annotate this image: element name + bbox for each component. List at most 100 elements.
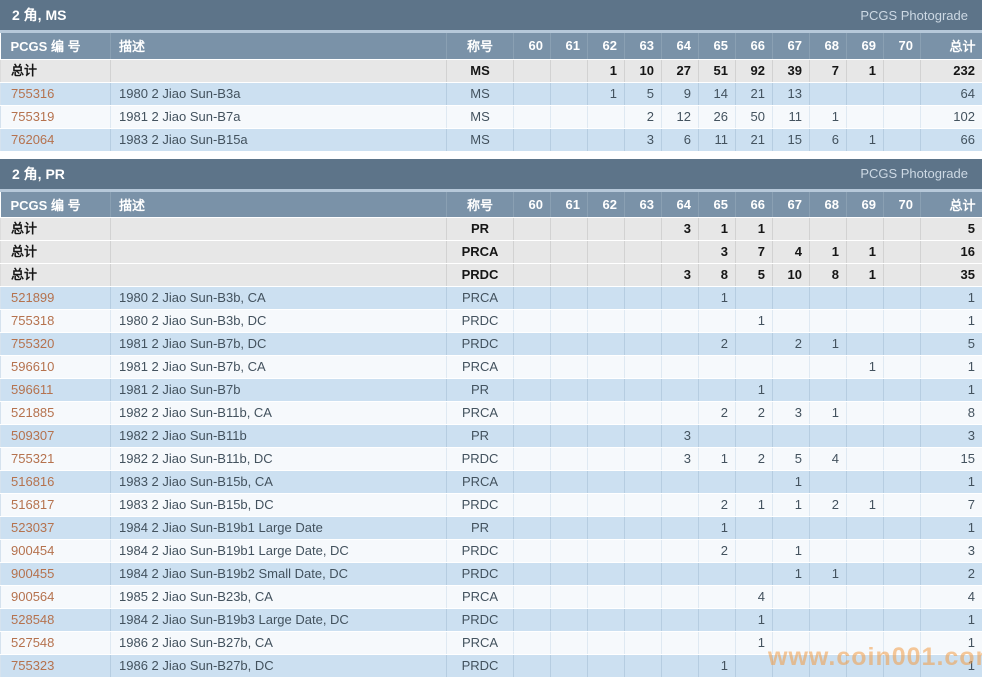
pcgs-number-cell: 521885	[1, 402, 111, 425]
pcgs-number-cell: 900564	[1, 586, 111, 609]
pcgs-number-cell: 528548	[1, 609, 111, 632]
column-header-grade-69: 69	[847, 192, 884, 218]
description-cell	[111, 218, 447, 241]
grade-66-count-cell: 1	[736, 379, 773, 402]
column-header-total: 总计	[921, 33, 982, 59]
pcgs-number-link[interactable]: 523037	[11, 520, 54, 535]
designation-cell: PRCA	[447, 586, 514, 609]
grade-70-count-cell	[884, 425, 921, 448]
grade-67-count-cell	[773, 356, 810, 379]
summary-label-cell: 总计	[1, 59, 111, 82]
row-total-cell: 2	[921, 563, 982, 586]
grade-63-count-cell	[625, 586, 662, 609]
grade-66-count-cell: 5	[736, 264, 773, 287]
table-row: 7553161980 2 Jiao Sun-B3aMS15914211364	[1, 82, 982, 105]
pcgs-number-link[interactable]: 755321	[11, 451, 54, 466]
grade-62-count-cell	[588, 540, 625, 563]
pcgs-number-link[interactable]: 900564	[11, 589, 54, 604]
grade-61-count-cell	[551, 425, 588, 448]
table-row: 5966101981 2 Jiao Sun-B7b, CAPRCA11	[1, 356, 982, 379]
pcgs-number-link[interactable]: 516816	[11, 474, 54, 489]
grade-60-count-cell	[514, 425, 551, 448]
description-cell: 1983 2 Jiao Sun-B15a	[111, 128, 447, 151]
pcgs-number-link[interactable]: 762064	[11, 132, 54, 147]
grade-64-count-cell	[662, 333, 699, 356]
grade-62-count-cell	[588, 287, 625, 310]
description-cell: 1981 2 Jiao Sun-B7b, CA	[111, 356, 447, 379]
grade-61-count-cell	[551, 333, 588, 356]
designation-cell: PRDC	[447, 264, 514, 287]
grade-60-count-cell	[514, 448, 551, 471]
grade-62-count-cell	[588, 425, 625, 448]
grade-62-count-cell	[588, 448, 625, 471]
grade-61-count-cell	[551, 632, 588, 655]
table-row: 9004541984 2 Jiao Sun-B19b1 Large Date, …	[1, 540, 982, 563]
pcgs-number-link[interactable]: 755316	[11, 86, 54, 101]
grade-68-count-cell	[810, 218, 847, 241]
grade-65-count-cell: 1	[699, 517, 736, 540]
grade-69-count-cell	[847, 448, 884, 471]
row-total-cell: 1	[921, 632, 982, 655]
grade-65-count-cell	[699, 471, 736, 494]
grade-65-count-cell	[699, 356, 736, 379]
pcgs-number-link[interactable]: 755320	[11, 336, 54, 351]
row-total-cell: 8	[921, 402, 982, 425]
grade-66-count-cell: 1	[736, 609, 773, 632]
grade-69-count-cell: 1	[847, 241, 884, 264]
pcgs-number-link[interactable]: 527548	[11, 635, 54, 650]
row-total-cell: 3	[921, 425, 982, 448]
grade-67-count-cell: 2	[773, 333, 810, 356]
grade-70-count-cell	[884, 264, 921, 287]
grade-68-count-cell	[810, 586, 847, 609]
grade-60-count-cell	[514, 379, 551, 402]
grade-63-count-cell	[625, 241, 662, 264]
grade-69-count-cell	[847, 82, 884, 105]
designation-cell: PRDC	[447, 448, 514, 471]
grade-66-count-cell	[736, 517, 773, 540]
grade-69-count-cell	[847, 425, 884, 448]
pcgs-number-link[interactable]: 900455	[11, 566, 54, 581]
population-table: PCGS 编 号描述称号6061626364656667686970总计 总计M…	[0, 33, 982, 152]
grade-61-count-cell	[551, 310, 588, 333]
description-cell: 1983 2 Jiao Sun-B15b, DC	[111, 494, 447, 517]
grade-66-count-cell: 21	[736, 128, 773, 151]
column-header-grade-61: 61	[551, 192, 588, 218]
grade-69-count-cell	[847, 218, 884, 241]
pcgs-number-link[interactable]: 596611	[11, 382, 53, 397]
description-cell: 1982 2 Jiao Sun-B11b, CA	[111, 402, 447, 425]
grade-68-count-cell: 1	[810, 241, 847, 264]
grade-63-count-cell	[625, 379, 662, 402]
pcgs-number-link[interactable]: 521899	[11, 290, 54, 305]
column-header-grade-60: 60	[514, 33, 551, 59]
pcgs-number-link[interactable]: 521885	[11, 405, 54, 420]
grade-63-count-cell	[625, 425, 662, 448]
grade-64-count-cell: 3	[662, 425, 699, 448]
pcgs-number-link[interactable]: 900454	[11, 543, 54, 558]
grade-61-count-cell	[551, 655, 588, 678]
pcgs-number-cell: 527548	[1, 632, 111, 655]
pcgs-number-cell: 516816	[1, 471, 111, 494]
pcgs-number-link[interactable]: 596610	[11, 359, 54, 374]
grade-69-count-cell	[847, 471, 884, 494]
pcgs-number-link[interactable]: 509307	[11, 428, 54, 443]
photograde-link[interactable]: PCGS Photograde	[860, 8, 968, 23]
photograde-link[interactable]: PCGS Photograde	[860, 166, 968, 181]
pcgs-number-link[interactable]: 755318	[11, 313, 54, 328]
grade-64-count-cell	[662, 379, 699, 402]
grade-69-count-cell: 1	[847, 59, 884, 82]
grade-65-count-cell: 14	[699, 82, 736, 105]
grade-62-count-cell	[588, 563, 625, 586]
pcgs-number-link[interactable]: 516817	[11, 497, 54, 512]
grade-70-count-cell	[884, 494, 921, 517]
grade-68-count-cell: 7	[810, 59, 847, 82]
grade-69-count-cell: 1	[847, 494, 884, 517]
column-header-description: 描述	[111, 192, 447, 218]
description-cell	[111, 59, 447, 82]
grade-60-count-cell	[514, 609, 551, 632]
designation-cell: PR	[447, 517, 514, 540]
pcgs-number-link[interactable]: 755319	[11, 109, 54, 124]
pcgs-number-link[interactable]: 528548	[11, 612, 54, 627]
grade-70-count-cell	[884, 356, 921, 379]
designation-cell: PRCA	[447, 471, 514, 494]
pcgs-number-link[interactable]: 755323	[11, 658, 54, 673]
